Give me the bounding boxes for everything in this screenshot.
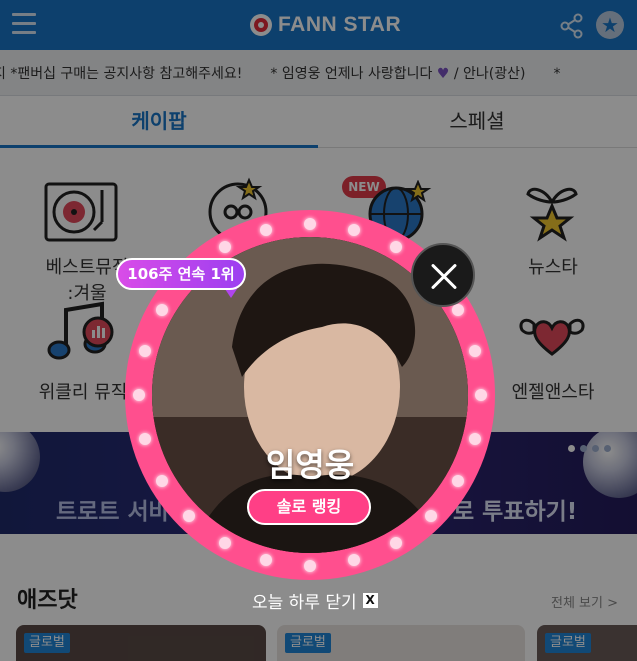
- ring-light: [138, 433, 151, 446]
- close-for-today-label: 오늘 하루 닫기: [252, 593, 357, 613]
- ring-light: [424, 509, 437, 522]
- ring-light: [469, 344, 482, 357]
- ring-light: [452, 303, 465, 316]
- ring-light: [475, 389, 487, 401]
- artist-name: 임영웅: [265, 446, 355, 484]
- close-x-icon: X: [362, 593, 378, 608]
- solo-ranking-button[interactable]: 솔로 랭킹: [247, 489, 371, 525]
- ring-light: [304, 218, 316, 230]
- ring-light: [155, 303, 168, 316]
- ring-light: [218, 537, 231, 550]
- ring-light: [183, 509, 196, 522]
- ring-light: [259, 223, 272, 236]
- ring-light: [304, 560, 316, 572]
- ring-light: [259, 554, 272, 567]
- consecutive-weeks-badge: 106주 연속 1위: [116, 258, 246, 290]
- ring-light: [133, 389, 145, 401]
- close-for-today-button[interactable]: 오늘 하루 닫기 X: [252, 588, 378, 613]
- close-popup-button[interactable]: [411, 243, 475, 307]
- ring-light: [348, 223, 361, 236]
- ring-light: [138, 344, 151, 357]
- ring-light: [389, 240, 402, 253]
- ring-light: [389, 537, 402, 550]
- ring-light: [218, 240, 231, 253]
